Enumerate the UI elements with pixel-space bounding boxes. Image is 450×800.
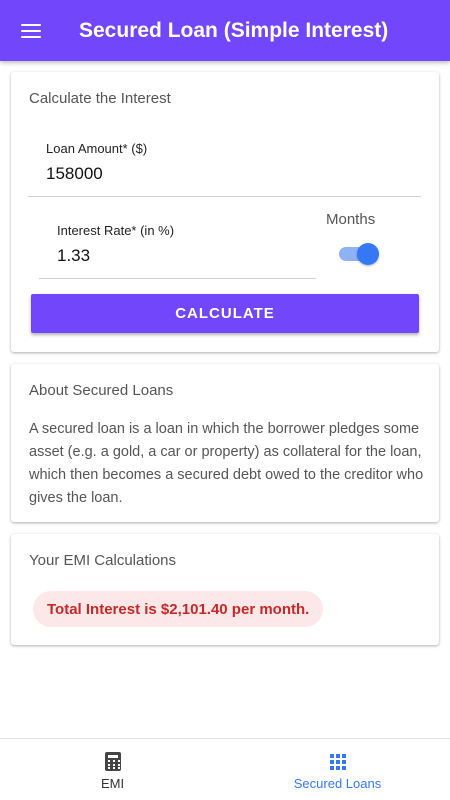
nav-item-secured-loans-label: Secured Loans bbox=[293, 776, 382, 791]
loan-amount-label: Loan Amount* ($) bbox=[46, 141, 148, 156]
bottom-navigation: EMI Secured Loans bbox=[0, 738, 450, 800]
about-card-title: About Secured Loans bbox=[29, 382, 174, 399]
toggle-thumb bbox=[357, 243, 379, 265]
calculate-button[interactable]: CALCULATE bbox=[31, 294, 419, 333]
nav-item-secured-loans[interactable]: Secured Loans bbox=[225, 739, 450, 800]
months-toggle-label: Months bbox=[326, 211, 376, 228]
calculator-card: Calculate the Interest Loan Amount* ($) … bbox=[11, 72, 439, 352]
loan-amount-underline bbox=[28, 196, 421, 197]
total-interest-result: Total Interest is $2,101.40 per month. bbox=[33, 591, 324, 627]
calculator-icon bbox=[104, 752, 121, 771]
interest-rate-input[interactable]: 1.33 bbox=[57, 246, 90, 266]
months-toggle-switch[interactable] bbox=[339, 242, 379, 266]
menu-button[interactable] bbox=[0, 0, 62, 61]
about-description: A secured loan is a loan in which the bo… bbox=[29, 421, 424, 506]
result-card-title: Your EMI Calculations bbox=[29, 552, 177, 569]
calculator-card-title: Calculate the Interest bbox=[29, 90, 171, 107]
nav-item-emi-label: EMI bbox=[100, 776, 125, 791]
page-title: Secured Loan (Simple Interest) bbox=[79, 18, 389, 42]
loan-amount-input[interactable]: 158000 bbox=[46, 164, 103, 184]
about-card: About Secured Loans A secured loan is a … bbox=[11, 364, 439, 522]
app-bar: Secured Loan (Simple Interest) bbox=[0, 0, 450, 61]
grid-icon bbox=[329, 754, 346, 770]
interest-rate-underline bbox=[39, 278, 316, 279]
app-screen: Secured Loan (Simple Interest) Calculate… bbox=[0, 0, 450, 800]
interest-rate-label: Interest Rate* (in %) bbox=[57, 223, 175, 238]
hamburger-menu-icon bbox=[21, 23, 41, 38]
nav-item-emi[interactable]: EMI bbox=[0, 739, 225, 800]
result-card: Your EMI Calculations Total Interest is … bbox=[11, 534, 439, 645]
